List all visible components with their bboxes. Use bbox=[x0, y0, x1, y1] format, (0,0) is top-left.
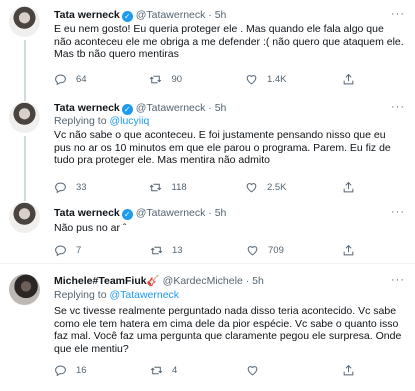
retweet-count: 4 bbox=[172, 364, 178, 376]
retweet-button[interactable]: 13 bbox=[150, 243, 190, 257]
reply-button[interactable]: 7 bbox=[54, 243, 94, 257]
tweet-header: Michele#TeamFiuk🎸 @KardecMichele · 5h bbox=[54, 275, 264, 288]
more-dots-icon[interactable]: ··· bbox=[391, 206, 405, 218]
avatar[interactable] bbox=[9, 6, 40, 37]
separator-dot: · bbox=[208, 102, 212, 114]
share-icon bbox=[343, 364, 354, 375]
retweet-count: 118 bbox=[171, 181, 187, 193]
tweet[interactable]: Michele#TeamFiuk🎸 @KardecMichele · 5h ···… bbox=[0, 264, 415, 391]
tweet-text: Não pus no ar ˆ bbox=[54, 222, 127, 234]
reply-count: 16 bbox=[76, 364, 87, 376]
share-button[interactable] bbox=[342, 243, 364, 257]
share-button[interactable] bbox=[342, 363, 364, 377]
more-dots-icon[interactable]: ··· bbox=[391, 274, 405, 286]
author-name[interactable]: Michele#TeamFiuk🎸 bbox=[54, 275, 160, 287]
retweet-icon bbox=[150, 75, 162, 83]
separator-dot: · bbox=[245, 275, 250, 287]
retweet-count: 13 bbox=[172, 244, 183, 256]
reply-bubble-icon bbox=[55, 74, 66, 85]
tweet[interactable]: Tata werneck ✓ @Tatawerneck · 5h ··· Não p… bbox=[0, 198, 415, 262]
avatar[interactable] bbox=[9, 274, 40, 305]
heart-icon bbox=[247, 245, 258, 255]
timestamp[interactable]: 5h bbox=[215, 207, 227, 219]
heart-icon bbox=[246, 74, 257, 84]
replying-to: Replying to @lucyiiq bbox=[54, 115, 149, 127]
share-icon bbox=[343, 73, 354, 84]
author-name[interactable]: Tata werneck bbox=[54, 102, 120, 114]
verified-badge-icon: ✓ bbox=[121, 209, 133, 220]
timestamp[interactable]: 5h bbox=[252, 275, 264, 287]
thread-line bbox=[24, 40, 26, 98]
like-count: 2.5K bbox=[266, 181, 287, 193]
more-dots-icon[interactable]: ··· bbox=[391, 8, 405, 20]
avatar[interactable] bbox=[9, 202, 40, 233]
reply-bubble-icon bbox=[55, 182, 66, 193]
thread-line bbox=[24, 198, 26, 201]
reply-bubble-icon bbox=[55, 365, 66, 376]
author-handle[interactable]: @Tatawerneck bbox=[136, 207, 206, 219]
tweet-actions: 16 4 bbox=[54, 363, 364, 377]
avatar[interactable] bbox=[9, 102, 40, 133]
replying-to: Replying to @Tatawerneck bbox=[54, 289, 179, 301]
reply-button[interactable]: 33 bbox=[54, 180, 94, 194]
share-icon bbox=[343, 244, 354, 255]
like-button[interactable]: 2.5K bbox=[245, 180, 287, 194]
reply-count: 64 bbox=[76, 73, 87, 85]
retweet-count: 90 bbox=[171, 73, 183, 85]
thread-line bbox=[24, 136, 26, 198]
tweet[interactable]: Tata werneck ✓ @Tatawerneck · 5h ··· Reply… bbox=[0, 98, 415, 198]
author-handle[interactable]: @Tatawerneck bbox=[136, 102, 206, 114]
separator-dot: · bbox=[208, 9, 212, 21]
retweet-icon bbox=[150, 183, 162, 191]
replying-to-label: Replying to bbox=[54, 289, 107, 301]
like-button[interactable]: 1.4K bbox=[245, 72, 287, 86]
tweet-header: Tata werneck ✓ @Tatawerneck · 5h bbox=[54, 102, 226, 115]
retweet-button[interactable]: 4 bbox=[150, 363, 190, 377]
like-button[interactable] bbox=[246, 363, 286, 377]
heart-icon bbox=[246, 182, 257, 192]
like-count: 1.4K bbox=[266, 73, 287, 85]
retweet-icon bbox=[150, 366, 163, 374]
separator-dot: · bbox=[208, 207, 212, 219]
replying-to-mention[interactable]: @Tatawerneck bbox=[109, 289, 179, 301]
tweet-header: Tata werneck ✓ @Tatawerneck · 5h bbox=[54, 9, 226, 22]
timestamp[interactable]: 5h bbox=[215, 9, 227, 21]
author-name[interactable]: Tata werneck bbox=[54, 9, 120, 21]
tweet[interactable]: Tata werneck ✓ @Tatawerneck · 5h ··· E eu … bbox=[0, 0, 415, 98]
retweet-icon bbox=[150, 246, 163, 254]
author-name[interactable]: Tata werneck bbox=[54, 207, 120, 219]
tweet-actions: 7 13 709 bbox=[54, 243, 364, 257]
replying-to-label: Replying to bbox=[54, 115, 107, 127]
reply-button[interactable]: 16 bbox=[54, 363, 94, 377]
retweet-button[interactable]: 118 bbox=[149, 180, 189, 194]
verified-badge-icon: ✓ bbox=[121, 11, 133, 22]
verified-badge-icon: ✓ bbox=[121, 104, 133, 115]
share-icon bbox=[343, 181, 354, 192]
tweet-text: E eu nem gosto! Eu queria proteger ele .… bbox=[54, 23, 404, 61]
tweet-text: Se vc tivesse realmente perguntado nada … bbox=[54, 305, 402, 355]
tweet-text: Vc não sabe o que aconteceu. E foi justa… bbox=[54, 129, 391, 167]
tweet-actions: 33 118 2.5K bbox=[54, 180, 364, 194]
heart-icon bbox=[247, 365, 258, 375]
tweet-header: Tata werneck ✓ @Tatawerneck · 5h bbox=[54, 207, 226, 220]
reply-count: 33 bbox=[76, 181, 87, 193]
author-handle[interactable]: @Tatawerneck bbox=[136, 9, 206, 21]
timestamp[interactable]: 5h bbox=[215, 102, 227, 114]
like-count: 709 bbox=[268, 244, 284, 256]
replying-to-mention[interactable]: @lucyiiq bbox=[109, 115, 149, 127]
reply-bubble-icon bbox=[55, 245, 66, 256]
retweet-button[interactable]: 90 bbox=[149, 72, 189, 86]
reply-count: 7 bbox=[76, 244, 82, 256]
author-handle[interactable]: @KardecMichele bbox=[163, 275, 243, 287]
tweet-actions: 64 90 1.4K bbox=[54, 72, 364, 86]
more-dots-icon[interactable]: ··· bbox=[391, 101, 405, 113]
share-button[interactable] bbox=[342, 72, 364, 86]
like-button[interactable]: 709 bbox=[246, 243, 286, 257]
share-button[interactable] bbox=[342, 180, 364, 194]
thread-line bbox=[24, 98, 26, 101]
reply-button[interactable]: 64 bbox=[54, 72, 94, 86]
